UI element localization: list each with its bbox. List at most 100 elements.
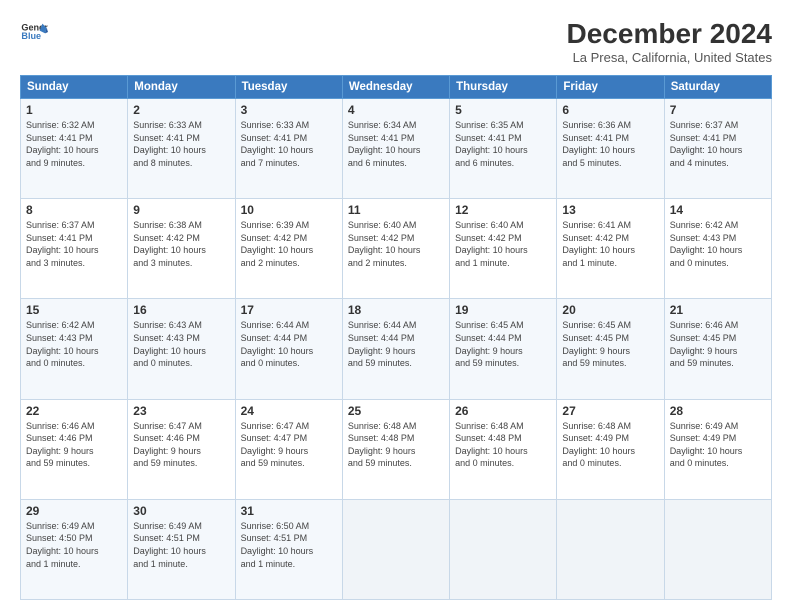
day-info: Sunrise: 6:42 AM Sunset: 4:43 PM Dayligh… [670,219,766,269]
day-info: Sunrise: 6:44 AM Sunset: 4:44 PM Dayligh… [348,319,444,369]
day-info: Sunrise: 6:45 AM Sunset: 4:44 PM Dayligh… [455,319,551,369]
day-number: 13 [562,203,658,217]
weekday-saturday: Saturday [664,76,771,99]
calendar-cell: 2 Sunrise: 6:33 AM Sunset: 4:41 PM Daylig… [128,99,235,199]
calendar-cell: 15Sunrise: 6:42 AM Sunset: 4:43 PM Dayli… [21,299,128,399]
calendar-cell: 26 Sunrise: 6:48 AM Sunset: 4:48 PM Dayli… [450,399,557,499]
day-info: Sunrise: 6:40 AM Sunset: 4:42 PM Dayligh… [455,219,551,269]
day-info: Sunrise: 6:48 AM Sunset: 4:48 PM Dayligh… [455,420,551,470]
day-number: 1 [26,103,122,117]
day-number: 14 [670,203,766,217]
day-number: 31 [241,504,337,518]
day-info: Sunrise: 6:36 AM Sunset: 4:41 PM Dayligh… [562,119,658,169]
day-number: 17 [241,303,337,317]
calendar-cell: 4 Sunrise: 6:34 AM Sunset: 4:41 PM Daylig… [342,99,449,199]
day-number: 25 [348,404,444,418]
weekday-sunday: Sunday [21,76,128,99]
day-number: 4 [348,103,444,117]
day-info: Sunrise: 6:44 AM Sunset: 4:44 PM Dayligh… [241,319,337,369]
day-info: Sunrise: 6:39 AM Sunset: 4:42 PM Dayligh… [241,219,337,269]
day-info: Sunrise: 6:49 AM Sunset: 4:49 PM Dayligh… [670,420,766,470]
calendar-cell: 10 Sunrise: 6:39 AM Sunset: 4:42 PM Dayli… [235,199,342,299]
day-number: 9 [133,203,229,217]
day-info: Sunrise: 6:48 AM Sunset: 4:48 PM Dayligh… [348,420,444,470]
calendar-cell: 12 Sunrise: 6:40 AM Sunset: 4:42 PM Dayli… [450,199,557,299]
day-info: Sunrise: 6:37 AM Sunset: 4:41 PM Dayligh… [26,219,122,269]
weekday-tuesday: Tuesday [235,76,342,99]
calendar-cell: 20Sunrise: 6:45 AM Sunset: 4:45 PM Dayli… [557,299,664,399]
day-number: 29 [26,504,122,518]
calendar-body: 1 Sunrise: 6:32 AM Sunset: 4:41 PM Daylig… [21,99,772,600]
calendar-cell: 18Sunrise: 6:44 AM Sunset: 4:44 PM Dayli… [342,299,449,399]
day-info: Sunrise: 6:35 AM Sunset: 4:41 PM Dayligh… [455,119,551,169]
day-info: Sunrise: 6:48 AM Sunset: 4:49 PM Dayligh… [562,420,658,470]
calendar-cell [664,499,771,599]
day-number: 3 [241,103,337,117]
calendar-cell: 5 Sunrise: 6:35 AM Sunset: 4:41 PM Daylig… [450,99,557,199]
location: La Presa, California, United States [567,50,772,65]
day-number: 10 [241,203,337,217]
calendar-cell [342,499,449,599]
calendar-cell: 11 Sunrise: 6:40 AM Sunset: 4:42 PM Dayli… [342,199,449,299]
calendar-cell: 24Sunrise: 6:47 AM Sunset: 4:47 PM Dayli… [235,399,342,499]
calendar-cell: 23 Sunrise: 6:47 AM Sunset: 4:46 PM Dayli… [128,399,235,499]
calendar-cell: 19Sunrise: 6:45 AM Sunset: 4:44 PM Dayli… [450,299,557,399]
calendar-cell: 21Sunrise: 6:46 AM Sunset: 4:45 PM Dayli… [664,299,771,399]
day-number: 5 [455,103,551,117]
week-row-1: 1 Sunrise: 6:32 AM Sunset: 4:41 PM Daylig… [21,99,772,199]
calendar-cell: 25 Sunrise: 6:48 AM Sunset: 4:48 PM Dayli… [342,399,449,499]
day-number: 8 [26,203,122,217]
calendar-cell: 1 Sunrise: 6:32 AM Sunset: 4:41 PM Daylig… [21,99,128,199]
day-info: Sunrise: 6:33 AM Sunset: 4:41 PM Dayligh… [241,119,337,169]
day-number: 2 [133,103,229,117]
logo-icon: General Blue [20,18,48,46]
calendar-table: SundayMondayTuesdayWednesdayThursdayFrid… [20,75,772,600]
day-info: Sunrise: 6:46 AM Sunset: 4:46 PM Dayligh… [26,420,122,470]
day-number: 26 [455,404,551,418]
day-info: Sunrise: 6:49 AM Sunset: 4:50 PM Dayligh… [26,520,122,570]
calendar-cell: 9 Sunrise: 6:38 AM Sunset: 4:42 PM Daylig… [128,199,235,299]
day-number: 11 [348,203,444,217]
day-info: Sunrise: 6:34 AM Sunset: 4:41 PM Dayligh… [348,119,444,169]
calendar-cell: 13 Sunrise: 6:41 AM Sunset: 4:42 PM Dayli… [557,199,664,299]
week-row-4: 22 Sunrise: 6:46 AM Sunset: 4:46 PM Dayli… [21,399,772,499]
title-block: December 2024 La Presa, California, Unit… [567,18,772,65]
calendar-cell: 30Sunrise: 6:49 AM Sunset: 4:51 PM Dayli… [128,499,235,599]
calendar-cell: 22 Sunrise: 6:46 AM Sunset: 4:46 PM Dayli… [21,399,128,499]
svg-text:Blue: Blue [21,31,41,41]
day-number: 6 [562,103,658,117]
calendar-cell: 16Sunrise: 6:43 AM Sunset: 4:43 PM Dayli… [128,299,235,399]
calendar-cell: 17 Sunrise: 6:44 AM Sunset: 4:44 PM Dayli… [235,299,342,399]
calendar-cell: 29 Sunrise: 6:49 AM Sunset: 4:50 PM Dayli… [21,499,128,599]
day-info: Sunrise: 6:40 AM Sunset: 4:42 PM Dayligh… [348,219,444,269]
day-info: Sunrise: 6:37 AM Sunset: 4:41 PM Dayligh… [670,119,766,169]
day-number: 12 [455,203,551,217]
day-info: Sunrise: 6:50 AM Sunset: 4:51 PM Dayligh… [241,520,337,570]
day-info: Sunrise: 6:32 AM Sunset: 4:41 PM Dayligh… [26,119,122,169]
month-title: December 2024 [567,18,772,50]
week-row-3: 15Sunrise: 6:42 AM Sunset: 4:43 PM Dayli… [21,299,772,399]
calendar-cell [557,499,664,599]
calendar-cell: 28Sunrise: 6:49 AM Sunset: 4:49 PM Dayli… [664,399,771,499]
day-info: Sunrise: 6:38 AM Sunset: 4:42 PM Dayligh… [133,219,229,269]
calendar-cell: 27Sunrise: 6:48 AM Sunset: 4:49 PM Dayli… [557,399,664,499]
day-number: 23 [133,404,229,418]
day-info: Sunrise: 6:33 AM Sunset: 4:41 PM Dayligh… [133,119,229,169]
day-info: Sunrise: 6:42 AM Sunset: 4:43 PM Dayligh… [26,319,122,369]
calendar-cell: 14 Sunrise: 6:42 AM Sunset: 4:43 PM Dayli… [664,199,771,299]
day-info: Sunrise: 6:46 AM Sunset: 4:45 PM Dayligh… [670,319,766,369]
calendar-cell: 8 Sunrise: 6:37 AM Sunset: 4:41 PM Daylig… [21,199,128,299]
day-number: 16 [133,303,229,317]
week-row-5: 29 Sunrise: 6:49 AM Sunset: 4:50 PM Dayli… [21,499,772,599]
day-number: 7 [670,103,766,117]
calendar-cell: 31 Sunrise: 6:50 AM Sunset: 4:51 PM Dayli… [235,499,342,599]
day-info: Sunrise: 6:47 AM Sunset: 4:46 PM Dayligh… [133,420,229,470]
calendar-header: SundayMondayTuesdayWednesdayThursdayFrid… [21,76,772,99]
day-info: Sunrise: 6:47 AM Sunset: 4:47 PM Dayligh… [241,420,337,470]
calendar-cell [450,499,557,599]
page-header: General Blue December 2024 La Presa, Cal… [20,18,772,65]
day-info: Sunrise: 6:41 AM Sunset: 4:42 PM Dayligh… [562,219,658,269]
day-number: 22 [26,404,122,418]
day-info: Sunrise: 6:49 AM Sunset: 4:51 PM Dayligh… [133,520,229,570]
day-info: Sunrise: 6:45 AM Sunset: 4:45 PM Dayligh… [562,319,658,369]
